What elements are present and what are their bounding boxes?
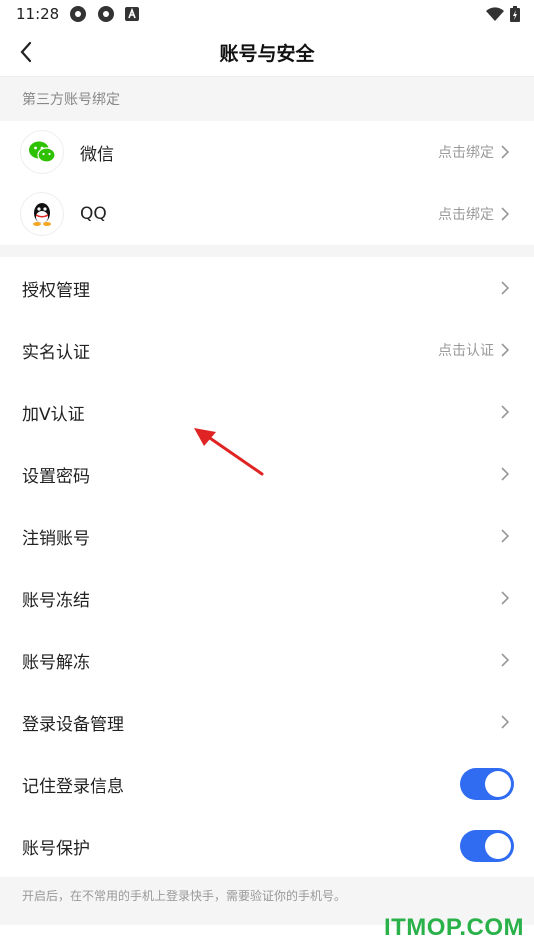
chevron-right-icon: [500, 650, 514, 670]
section-title-third-party: 第三方账号绑定: [0, 77, 534, 121]
page-title: 账号与安全: [219, 42, 315, 65]
wechat-icon: [20, 130, 64, 174]
back-button[interactable]: [12, 38, 40, 66]
account-protection-row: 账号保护: [0, 815, 534, 877]
status-time: 11:28: [16, 5, 60, 23]
qq-icon: [20, 192, 64, 236]
notification-icon-2: [97, 5, 115, 23]
remember-login-row: 记住登录信息: [0, 753, 534, 815]
section-divider: [0, 245, 534, 257]
row-label: 账号保护: [22, 838, 90, 859]
battery-icon: [510, 6, 520, 22]
bind-qq-label: QQ: [80, 204, 107, 224]
row-label: 实名认证: [22, 342, 90, 363]
chevron-right-icon: [500, 204, 514, 224]
chevron-left-icon: [20, 41, 32, 63]
toggle-knob: [485, 833, 511, 859]
delete-account-row[interactable]: 注销账号: [0, 505, 534, 567]
bind-qq-hint: 点击绑定: [438, 207, 494, 223]
row-label: 账号冻结: [22, 590, 90, 611]
app-header: 账号与安全: [0, 28, 534, 77]
row-label: 登录设备管理: [22, 714, 124, 735]
unfreeze-account-row[interactable]: 账号解冻: [0, 629, 534, 691]
status-bar: 11:28: [0, 0, 534, 28]
row-label: 账号解冻: [22, 652, 90, 673]
notification-icon: [69, 5, 87, 23]
row-label: 记住登录信息: [22, 776, 124, 797]
login-device-management-row[interactable]: 登录设备管理: [0, 691, 534, 753]
freeze-account-row[interactable]: 账号冻结: [0, 567, 534, 629]
account-protection-toggle[interactable]: [460, 830, 514, 862]
chevron-right-icon: [500, 712, 514, 732]
chevron-right-icon: [500, 526, 514, 546]
chevron-right-icon: [500, 340, 514, 360]
annotation-arrow-icon: [194, 428, 264, 476]
bind-qq-row[interactable]: QQ 点击绑定: [0, 183, 534, 245]
row-hint: 点击认证: [438, 343, 494, 359]
row-label: 注销账号: [22, 528, 90, 549]
itmop-watermark: ITMOP.COM: [383, 914, 524, 941]
app-notification-icon: [125, 7, 140, 21]
authorization-management-row[interactable]: 授权管理: [0, 257, 534, 319]
wifi-icon: [486, 7, 504, 21]
chevron-right-icon: [500, 142, 514, 162]
chevron-right-icon: [500, 464, 514, 484]
chevron-right-icon: [500, 588, 514, 608]
chevron-right-icon: [500, 278, 514, 298]
row-label: 授权管理: [22, 280, 90, 301]
bind-wechat-hint: 点击绑定: [438, 145, 494, 161]
chevron-right-icon: [500, 402, 514, 422]
real-name-verification-row[interactable]: 实名认证 点击认证: [0, 319, 534, 381]
toggle-knob: [485, 771, 511, 797]
bind-wechat-label: 微信: [80, 144, 114, 165]
bind-wechat-row[interactable]: 微信 点击绑定: [0, 121, 534, 183]
remember-login-toggle[interactable]: [460, 768, 514, 800]
row-label: 加V认证: [22, 404, 85, 425]
